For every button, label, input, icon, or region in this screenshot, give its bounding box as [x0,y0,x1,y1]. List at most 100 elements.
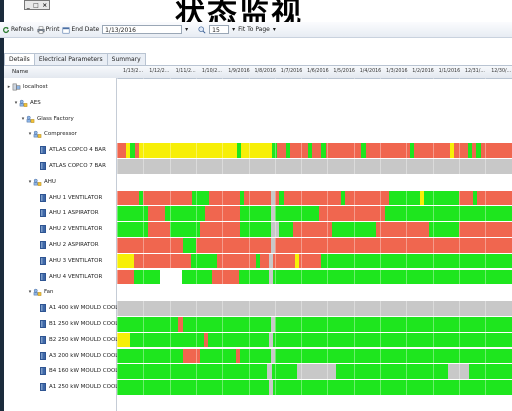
zoom-dropdown-icon[interactable]: ▾ [232,26,235,33]
status-bar-row[interactable] [117,253,512,269]
device-row[interactable]: AHU 3 VENTILATOR [34,254,102,268]
device-row[interactable]: A3 200 kW MOULD COOLI... [34,349,125,363]
grid-line [117,78,118,411]
date-column-header[interactable]: 1/13/2... [123,69,143,74]
print-button[interactable]: Print [37,26,59,34]
tree-item-label: B1 250 kW MOULD COOLI... [49,321,126,327]
date-column-header[interactable]: 1/9/2016 [228,69,250,74]
zoom-field[interactable]: 15 [209,25,230,34]
status-bar-row[interactable] [117,364,512,379]
fit-to-page-label: Fit To Page [238,26,270,33]
device-icon [40,320,46,328]
tree-item-label: localhost [23,84,48,90]
date-column-header[interactable]: 1/5/2016 [333,69,355,74]
date-column-header[interactable]: 1/3/2016 [386,69,408,74]
window-controls: _ □ × [24,0,50,10]
device-row[interactable]: AHU 4 VENTILATOR [34,270,102,284]
date-column-header[interactable]: 1/12/2... [149,69,169,74]
tree-item-label: AHU 2 VENTILATOR [49,226,103,233]
device-icon [40,225,46,234]
refresh-label: Refresh [11,26,34,33]
device-row[interactable]: AHU 2 ASPIRATOR [34,238,99,252]
group-icon [33,289,42,297]
end-date-dropdown-icon[interactable]: ▾ [185,26,188,33]
device-row[interactable]: AHU 1 ASPIRATOR [34,206,99,220]
status-bar-row[interactable] [117,143,512,158]
date-column-header[interactable]: 1/11/2... [176,69,196,74]
end-date-label: End Date [71,26,100,33]
tree-item-label: AHU 3 VENTILATOR [49,257,103,264]
group-row[interactable]: ▾ AES [13,96,41,110]
date-column-header[interactable]: 12/31/... [465,69,485,74]
status-bar-row[interactable] [117,380,512,395]
group-row[interactable]: ▾ Compressor [27,127,77,141]
date-column-header[interactable]: 1/1/2016 [439,69,461,74]
device-row[interactable]: ATLAS COPCO 4 BAR [34,143,106,157]
date-column-header[interactable]: 1/10/2... [202,69,222,74]
tree-item-label: AHU 1 ASPIRATOR [49,210,99,217]
refresh-button[interactable]: Refresh [2,26,34,34]
grid-line [143,78,145,411]
device-icon [40,209,46,218]
device-icon [40,367,46,376]
grid-line [380,78,381,411]
minimize-button[interactable]: _ [27,2,30,9]
device-icon [40,256,46,265]
status-bar-row[interactable] [117,206,512,221]
device-tree: ▸ localhost ▾ AES ▾ Glass Factory ▾ Compressor A… [4,78,125,411]
status-bar-row[interactable] [117,301,512,316]
group-icon [26,115,35,123]
group-row[interactable]: ▾ Fan [27,285,54,299]
device-row[interactable]: B4 160 kW MOULD COOLI... [34,364,125,378]
device-row[interactable]: B2 250 kW MOULD COOLI... [34,333,125,347]
grid-line [432,78,434,411]
grid-line [248,78,250,411]
device-row[interactable]: AHU 2 VENTILATOR [34,222,102,236]
end-date-field[interactable]: 1/13/2016 [102,25,183,34]
device-row[interactable]: AHU 1 VENTILATOR [34,191,102,205]
status-bar-row[interactable] [117,159,512,174]
close-button[interactable]: × [42,2,47,9]
status-bar-row[interactable] [117,348,512,364]
fit-dropdown-icon[interactable]: ▾ [273,26,276,33]
date-column-header[interactable]: 1/4/2016 [360,69,382,74]
group-row[interactable]: ▸ localhost [6,80,48,94]
status-bar-row[interactable] [117,317,512,332]
status-bar-row[interactable] [117,190,512,206]
printer-icon [37,26,45,33]
grid-line [327,78,329,411]
zoom-icon[interactable] [198,25,206,34]
date-column-header[interactable]: 1/7/2016 [281,69,303,74]
tree-item-label: Compressor [44,131,77,138]
device-row[interactable]: A1 250 kW MOULD COOLI... [34,380,125,394]
tree-item-label: Glass Factory [37,115,74,122]
device-row[interactable]: A1 400 kW MOULD COOLI... [34,301,125,315]
date-column-header[interactable]: 1/8/2016 [255,69,277,74]
group-icon [33,178,42,186]
tree-item-label: ATLAS COPCO 4 BAR [49,147,106,154]
group-icon [19,99,28,107]
device-row[interactable]: ATLAS COPCO 7 BAR [34,159,106,173]
device-icon [40,146,46,155]
tree-item-label: AHU 1 VENTILATOR [49,194,103,201]
group-icon [33,131,42,139]
tree-item-label: AES [30,99,41,106]
toolbar: Refresh Print End Date 1/13/2016 ▾ 15 ▾ … [0,22,512,38]
tree-item-label: Fan [44,289,54,296]
name-column-header[interactable]: Name [12,69,28,75]
group-row[interactable]: ▾ AHU [27,175,56,189]
status-bar-row[interactable] [117,222,512,237]
status-bar-row[interactable] [117,269,512,285]
status-bar-row[interactable] [117,238,512,253]
group-row[interactable]: ▾ Glass Factory [20,112,74,126]
calendar-icon [63,26,70,33]
date-column-header[interactable]: 1/2/2016 [412,69,434,74]
device-icon [40,351,46,360]
fit-to-page-button[interactable]: Fit To Page ▾ [238,26,276,33]
end-date-label-group: End Date [62,26,99,34]
status-bar-row[interactable] [117,332,512,348]
date-column-header[interactable]: 12/30/... [491,69,511,74]
maximize-button[interactable]: □ [33,2,39,9]
device-row[interactable]: B1 250 kW MOULD COOLI... [34,317,125,331]
date-column-header[interactable]: 1/6/2016 [307,69,329,74]
